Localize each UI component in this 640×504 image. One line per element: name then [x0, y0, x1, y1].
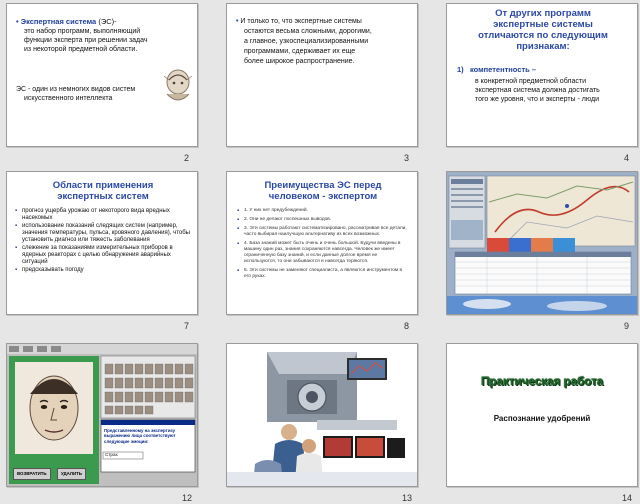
slide-3-line1: • И только то, что экспертные системы [236, 18, 362, 25]
slide-2-line5: искусственного интеллекта [24, 95, 113, 102]
slide-8-list: 1. У них нет предубеждений. 2. Они не де… [237, 208, 409, 281]
slide-2-line3: из некоторой предметной области. [24, 46, 138, 53]
list-item: 5. Эти системы не заменяют специалиста, … [237, 268, 409, 280]
slide-7: Области применения экспертных систем про… [6, 171, 198, 315]
list-item: прогноз ущерба урожаю от некоторого вида… [15, 208, 195, 222]
slide-12-btn-delete[interactable]: УДАЛИТЬ [57, 468, 86, 481]
slide-2-line4: ЭС - один из немногих видов систем [16, 86, 136, 93]
slide-2-line1: это набор программ, выполняющий [24, 28, 141, 35]
slide-2-line2: функции эксперта при решении задач [24, 37, 148, 44]
slide-12: Представленному на экспертизу выражению … [6, 343, 198, 487]
slide-2-illustration [163, 69, 193, 101]
slide-4-body1: в конкретной предметной области [475, 78, 586, 85]
slide-12-dropdown[interactable]: Страх [105, 452, 118, 458]
slide-9 [446, 171, 638, 315]
slide-3-line2: остаются весьма сложными, дорогими, [244, 28, 372, 35]
slide-4-body3: того же уровня, что и эксперты - люди [475, 96, 599, 103]
slide-3: • И только то, что экспертные системы ос… [226, 3, 418, 147]
slide-14-subtitle: Распознание удобрений [493, 414, 591, 423]
slide-12-btn-return[interactable]: ВОЗВРАТИТЬ [13, 468, 51, 481]
slide-3-line3: а главное, узкоспециализированными [244, 38, 369, 45]
slide-2-title-rest: (ЭС)- [96, 17, 117, 26]
list-item: использование показаний следящих систем … [15, 223, 195, 244]
list-item: 4. База знаний может быть очень и очень … [237, 241, 409, 265]
slide-3-line4: программами, сдерживает их еще [244, 48, 356, 55]
slide-7-list: прогноз ущерба урожаю от некоторого вида… [15, 208, 195, 275]
slide-2: • Экспертная система (ЭС)- это набор про… [6, 3, 198, 147]
slide-2-title-bold: Экспертная система [20, 17, 97, 26]
slide-3-line5: более широкое распространение. [244, 58, 355, 65]
list-item: 3. Эти системы работают систематизирован… [237, 226, 409, 238]
slide-13-photo [227, 344, 417, 486]
list-item: 1. У них нет предубеждений. [237, 208, 409, 214]
slide-9-screenshot [447, 172, 637, 314]
list-item: слежение за показаниями измерительных пр… [15, 245, 195, 266]
slide-7-title: Области применения экспертных систем [52, 180, 154, 202]
list-item: 2. Они не делают поспешных выводов. [237, 217, 409, 223]
slide-4-item: 1) компетентность – [457, 65, 536, 74]
slide-12-prompt: Представленному на экспертизу выражению … [104, 428, 176, 444]
slide-2-title: • Экспертная система (ЭС)- [16, 17, 117, 26]
list-item: предсказывать погоду [15, 267, 195, 274]
slide-13 [226, 343, 418, 487]
slide-3-line1-text: И только то, что экспертные системы [240, 18, 362, 25]
slide-8: Преимущества ЭС перед человеком - экспер… [226, 171, 418, 315]
slide-4-title: От других программ экспертные системы от… [478, 8, 608, 52]
slide-4-body2: экспертная система должна достигать [475, 87, 600, 94]
slide-12-screenshot [7, 344, 197, 486]
slide-8-title: Преимущества ЭС перед человеком - экспер… [264, 180, 382, 202]
slide-14: Практическая работа Распознание удобрени… [446, 343, 638, 487]
slide-4: От других программ экспертные системы от… [446, 3, 638, 147]
slide-14-title: Практическая работа [480, 374, 604, 388]
